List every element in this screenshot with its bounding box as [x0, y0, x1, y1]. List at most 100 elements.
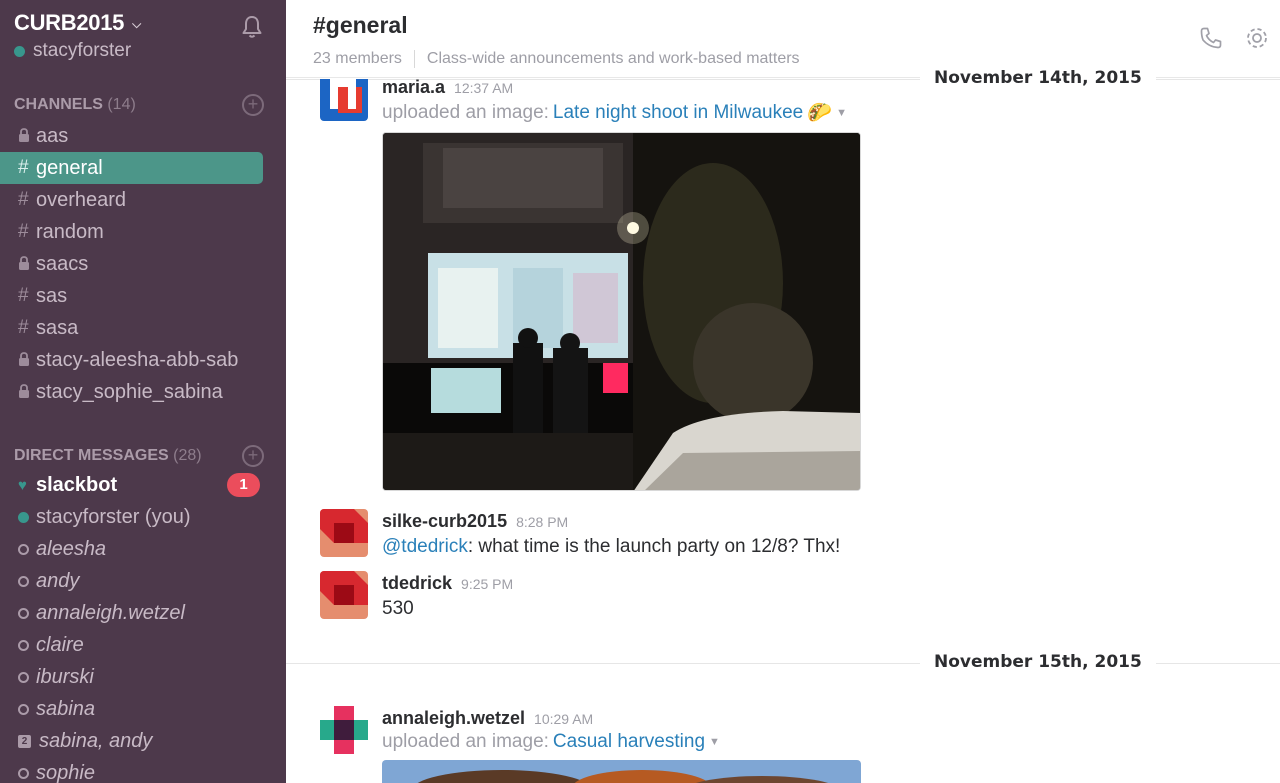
taco-emoji: 🌮	[807, 102, 833, 124]
group-count: 2	[18, 734, 31, 748]
away-status-icon	[18, 639, 36, 651]
hash-icon: #	[18, 221, 29, 242]
main-panel: #general 23 members Class-wide announcem…	[286, 0, 1280, 783]
divider	[413, 50, 415, 68]
hash-icon: #	[18, 317, 29, 338]
message-text: 530	[382, 598, 414, 619]
avatar[interactable]	[320, 79, 368, 121]
group-icon: 2	[18, 734, 36, 748]
channel-purpose: Class-wide announcements and work-based …	[426, 50, 800, 67]
dm-label: stacyforster (you)	[36, 505, 191, 528]
dm-item[interactable]: stacyforster (you)	[0, 501, 286, 533]
dm-label: aleesha	[36, 537, 107, 560]
channel-item[interactable]: stacy-aleesha-abb-sab	[0, 344, 286, 376]
dm-header[interactable]: DIRECT MESSAGES (28)	[14, 447, 202, 465]
dm-item[interactable]: aleesha	[0, 533, 286, 565]
dm-item[interactable]: ♥ slackbot 1	[0, 469, 286, 501]
dm-item[interactable]: claire	[0, 629, 286, 661]
channel-item[interactable]: # overheard	[0, 184, 286, 216]
dm-item[interactable]: 2 sabina, andy	[0, 725, 286, 757]
dm-label: sabina	[36, 697, 95, 720]
lock-icon	[18, 253, 36, 275]
hash-icon: #	[18, 285, 29, 306]
day-label: November 14th, 2015	[920, 68, 1156, 88]
current-user[interactable]: stacyforster	[14, 40, 272, 62]
channel-item[interactable]: # general	[0, 152, 263, 184]
bell-icon[interactable]	[240, 14, 264, 40]
dm-item[interactable]: sophie	[0, 757, 286, 783]
away-status-icon	[18, 767, 36, 779]
channels-title: CHANNELS	[14, 96, 103, 113]
unread-badge: 1	[227, 473, 260, 497]
dm-label: claire	[36, 633, 84, 656]
chevron-down-icon[interactable]: ▼	[836, 107, 847, 119]
lock-icon	[18, 349, 36, 371]
avatar[interactable]	[320, 571, 368, 619]
channel-item[interactable]: saacs	[0, 248, 286, 280]
channel-item[interactable]: # sasa	[0, 312, 286, 344]
channel-item[interactable]: aas	[0, 120, 286, 152]
dm-item[interactable]: iburski	[0, 661, 286, 693]
upload-prefix: uploaded an image:	[382, 101, 549, 123]
away-status-icon	[18, 607, 36, 619]
online-status-icon	[14, 45, 25, 57]
message-author[interactable]: annaleigh.wetzel	[382, 708, 525, 729]
message-list: November 14th, 2015 maria.a 12:37 AM upl…	[286, 68, 1280, 783]
hash-icon: #	[18, 157, 29, 178]
hash-icon: #	[18, 189, 29, 210]
channel-label: stacy-aleesha-abb-sab	[36, 348, 239, 371]
dm-item[interactable]: sabina	[0, 693, 286, 725]
dm-item[interactable]: annaleigh.wetzel	[0, 597, 286, 629]
day-label: November 15th, 2015	[920, 652, 1156, 672]
member-count[interactable]: 23 members	[313, 50, 402, 68]
sidebar: CURB2015 ⌵ stacyforster CHANNELS (14) +	[0, 0, 286, 783]
dm-count: (28)	[173, 447, 202, 464]
team-menu[interactable]: CURB2015 ⌵	[14, 10, 141, 36]
channels-header[interactable]: CHANNELS (14)	[14, 96, 136, 114]
team-header[interactable]: CURB2015 ⌵ stacyforster	[0, 0, 286, 78]
away-status-icon	[18, 703, 36, 715]
message-timestamp[interactable]: 8:28 PM	[516, 514, 568, 530]
chevron-down-icon: ⌵	[132, 17, 141, 31]
channel-item[interactable]: stacy_sophie_sabina	[0, 376, 286, 408]
channel-item[interactable]: # sas	[0, 280, 286, 312]
message-timestamp[interactable]: 9:25 PM	[461, 576, 513, 592]
message-author[interactable]: silke-curb2015	[382, 511, 507, 532]
dm-item[interactable]: andy	[0, 565, 286, 597]
uploaded-image[interactable]	[382, 132, 861, 491]
lock-icon	[18, 125, 36, 147]
uploaded-image[interactable]	[382, 760, 861, 783]
dm-section: DIRECT MESSAGES (28) + ♥ slackbot 1 stacyfo…	[0, 443, 286, 783]
message-author[interactable]: tdedrick	[382, 573, 452, 594]
chevron-down-icon[interactable]: ▼	[709, 736, 720, 748]
channel-list: aas # general # overheard # random saacs # sas # sa…	[0, 120, 286, 408]
phone-icon[interactable]	[1198, 25, 1224, 51]
message-timestamp[interactable]: 12:37 AM	[454, 80, 513, 96]
file-link[interactable]: Casual harvesting	[553, 731, 705, 753]
dm-list: ♥ slackbot 1 stacyforster (you) aleesha andy a…	[0, 469, 286, 783]
dm-label: sabina, andy	[39, 729, 153, 752]
channel-title[interactable]: #general	[313, 12, 1280, 39]
message-timestamp[interactable]: 10:29 AM	[534, 711, 593, 727]
add-channel-button[interactable]: +	[242, 94, 264, 116]
gear-icon[interactable]	[1244, 25, 1270, 51]
message-author[interactable]: maria.a	[382, 77, 445, 98]
avatar[interactable]	[320, 509, 368, 557]
channel-label: aas	[36, 124, 69, 147]
dm-label: slackbot	[36, 473, 118, 496]
file-link[interactable]: Late night shoot in Milwaukee	[553, 102, 803, 124]
dm-label: sophie	[36, 761, 95, 783]
dm-label: andy	[36, 569, 80, 592]
team-name: CURB2015	[14, 10, 125, 35]
user-mention[interactable]: @tdedrick	[382, 536, 468, 557]
channel-header: #general 23 members Class-wide announcem…	[286, 0, 1280, 78]
channel-label: sasa	[36, 316, 79, 339]
current-user-name: stacyforster	[33, 40, 132, 61]
away-status-icon	[18, 671, 36, 683]
channel-label: sas	[36, 284, 68, 307]
add-dm-button[interactable]: +	[242, 445, 264, 467]
channel-item[interactable]: # random	[0, 216, 286, 248]
channels-count: (14)	[107, 96, 136, 113]
message-text: : what time is the launch party on 12/8?…	[467, 536, 841, 557]
avatar[interactable]	[320, 706, 368, 754]
